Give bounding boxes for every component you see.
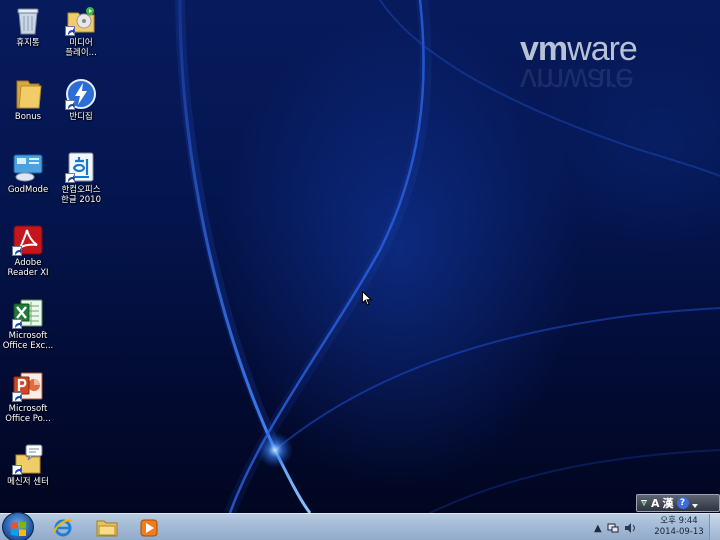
- icon-label: 미디어 플레이...: [65, 38, 97, 58]
- shortcut-arrow-icon: [65, 100, 75, 110]
- help-icon[interactable]: ?: [676, 497, 689, 509]
- network-icon[interactable]: [607, 519, 619, 538]
- vmware-logo-reflection: vmware: [520, 61, 634, 99]
- icon-label: 휴지통: [16, 38, 40, 48]
- desktop-icon-adobe-reader[interactable]: Adobe Reader XI: [0, 224, 56, 278]
- icon-label: 한컴오피스 한글 2010: [61, 185, 101, 205]
- windows-logo-icon: [11, 521, 26, 540]
- icon-label: Microsoft Office Exc...: [2, 331, 54, 351]
- media-player-icon: [140, 519, 158, 537]
- desktop-icon-media-player[interactable]: 미디어 플레이...: [53, 4, 109, 58]
- desktop-icon-powerpoint[interactable]: Microsoft Office Po...: [0, 370, 56, 424]
- desktop-icon-godmode[interactable]: GodMode: [0, 151, 56, 195]
- icon-label: Bonus: [14, 112, 42, 122]
- shortcut-arrow-icon: [12, 319, 22, 329]
- shortcut-arrow-icon: [12, 465, 22, 475]
- desktop-icon-bonus[interactable]: Bonus: [0, 78, 56, 122]
- internet-explorer-icon: [53, 519, 73, 537]
- clock-date: 2014-09-13: [654, 527, 704, 537]
- desktop[interactable]: vmware vmware 휴지통 미디어 플레이... Bonus 반디집 G…: [0, 0, 720, 513]
- taskbar-media-player[interactable]: [129, 515, 169, 540]
- taskbar[interactable]: ▲ 오후 9:44 2014-09-13: [0, 512, 720, 540]
- system-tray[interactable]: ▲: [594, 518, 637, 538]
- start-button[interactable]: [2, 512, 34, 540]
- icon-label: GodMode: [7, 185, 49, 195]
- icon-label: Adobe Reader XI: [7, 258, 49, 278]
- language-bar-grip-icon[interactable]: [640, 494, 648, 513]
- options-chevron-icon[interactable]: [691, 494, 698, 513]
- media-player-icon: [65, 4, 97, 36]
- icon-label: Microsoft Office Po...: [5, 404, 51, 424]
- shortcut-arrow-icon: [65, 173, 75, 183]
- taskbar-internet-explorer[interactable]: [43, 515, 83, 540]
- taskbar-clock[interactable]: 오후 9:44 2014-09-13: [652, 516, 706, 538]
- control-panel-icon: [12, 151, 44, 183]
- taskbar-explorer[interactable]: [86, 515, 126, 540]
- desktop-icon-messenger-center[interactable]: 메신저 센터: [0, 443, 56, 487]
- desktop-icon-hancom-office[interactable]: 한컴오피스 한글 2010: [53, 151, 109, 205]
- adobe-reader-icon: [12, 224, 44, 256]
- clock-time: 오후 9:44: [660, 516, 698, 526]
- language-bar[interactable]: A 漢 ?: [636, 494, 720, 512]
- hanja-convert-button[interactable]: 漢: [663, 495, 674, 511]
- input-mode-toggle[interactable]: A: [651, 497, 660, 510]
- powerpoint-icon: [12, 370, 44, 402]
- volume-icon[interactable]: [624, 519, 637, 538]
- icon-label: 메신저 센터: [7, 477, 49, 487]
- hangul-icon: [65, 151, 97, 183]
- bandizip-icon: [65, 78, 97, 110]
- desktop-icon-recycle-bin[interactable]: 휴지통: [0, 4, 56, 48]
- mouse-pointer-icon: [362, 290, 373, 310]
- show-desktop-button[interactable]: [709, 514, 720, 540]
- shortcut-arrow-icon: [12, 246, 22, 256]
- icon-label: 반디집: [69, 112, 93, 122]
- explorer-folder-icon: [96, 520, 118, 537]
- shortcut-arrow-icon: [12, 392, 22, 402]
- folder-icon: [12, 78, 44, 110]
- recycle-bin-icon: [12, 4, 44, 36]
- shortcut-arrow-icon: [65, 26, 75, 36]
- messenger-folder-icon: [12, 443, 44, 475]
- desktop-icon-excel[interactable]: Microsoft Office Exc...: [0, 297, 56, 351]
- excel-icon: [12, 297, 44, 329]
- show-hidden-icons-chevron-icon[interactable]: ▲: [594, 523, 602, 534]
- desktop-icon-bandizip[interactable]: 반디집: [53, 78, 109, 122]
